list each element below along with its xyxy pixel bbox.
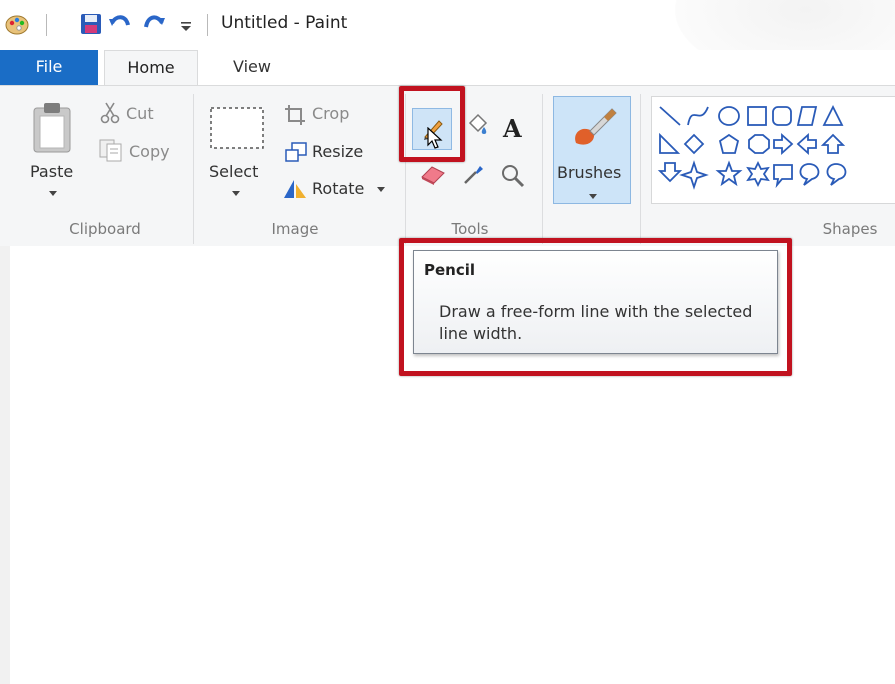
shapes-group-label: Shapes xyxy=(822,220,878,238)
select-dropdown-icon[interactable] xyxy=(232,191,240,196)
ribbon-tabs: File Home View xyxy=(0,50,895,86)
crop-button[interactable]: Crop xyxy=(312,104,349,123)
shapes-gallery-icons xyxy=(657,104,847,190)
copy-button[interactable]: Copy xyxy=(129,142,170,161)
shapes-gallery[interactable] xyxy=(651,96,895,204)
canvas-border xyxy=(0,246,10,684)
group-separator xyxy=(640,94,641,244)
fill-bucket-icon[interactable] xyxy=(465,113,489,143)
brushes-dropdown-icon xyxy=(589,194,597,199)
group-separator xyxy=(542,94,543,244)
title-separator xyxy=(46,14,47,36)
tab-view[interactable]: View xyxy=(206,50,298,86)
color-picker-icon[interactable] xyxy=(462,162,486,190)
cut-icon[interactable] xyxy=(100,102,120,128)
tooltip-highlight-frame xyxy=(399,238,792,376)
copy-icon[interactable] xyxy=(98,138,124,166)
paste-button[interactable]: Paste xyxy=(30,162,73,181)
cut-button[interactable]: Cut xyxy=(126,104,154,123)
group-separator xyxy=(193,94,194,244)
undo-icon[interactable] xyxy=(108,13,132,39)
title-bar: Untitled - Paint xyxy=(0,0,895,80)
resize-button[interactable]: Resize xyxy=(312,142,363,161)
image-group-label: Image xyxy=(271,220,319,238)
tab-file[interactable]: File xyxy=(0,50,98,86)
tools-group-label: Tools xyxy=(451,220,489,238)
customize-quick-access-icon[interactable] xyxy=(180,18,192,37)
paste-dropdown-icon[interactable] xyxy=(49,191,57,196)
brushes-button[interactable]: Brushes xyxy=(553,96,631,204)
crop-icon[interactable] xyxy=(284,104,306,130)
tab-home[interactable]: Home xyxy=(104,50,198,86)
pencil-highlight-frame xyxy=(399,86,465,162)
select-icon[interactable] xyxy=(209,106,265,154)
rotate-icon[interactable] xyxy=(282,178,308,204)
paste-icon[interactable] xyxy=(32,102,72,158)
resize-icon[interactable] xyxy=(284,141,308,167)
magnifier-icon[interactable] xyxy=(500,163,526,193)
window-title: Untitled - Paint xyxy=(221,13,348,33)
clipboard-group-label: Clipboard xyxy=(69,220,141,238)
title-separator xyxy=(207,14,208,36)
brush-icon xyxy=(568,103,618,157)
brushes-label: Brushes xyxy=(557,163,622,182)
save-icon[interactable] xyxy=(80,13,102,39)
rotate-dropdown-icon[interactable] xyxy=(377,187,385,192)
eraser-icon[interactable] xyxy=(420,163,448,189)
paint-app-icon[interactable] xyxy=(4,13,30,41)
rotate-button[interactable]: Rotate xyxy=(312,179,364,198)
redo-icon[interactable] xyxy=(142,13,166,39)
select-button[interactable]: Select xyxy=(209,162,258,181)
text-tool-icon[interactable]: A xyxy=(503,114,522,143)
